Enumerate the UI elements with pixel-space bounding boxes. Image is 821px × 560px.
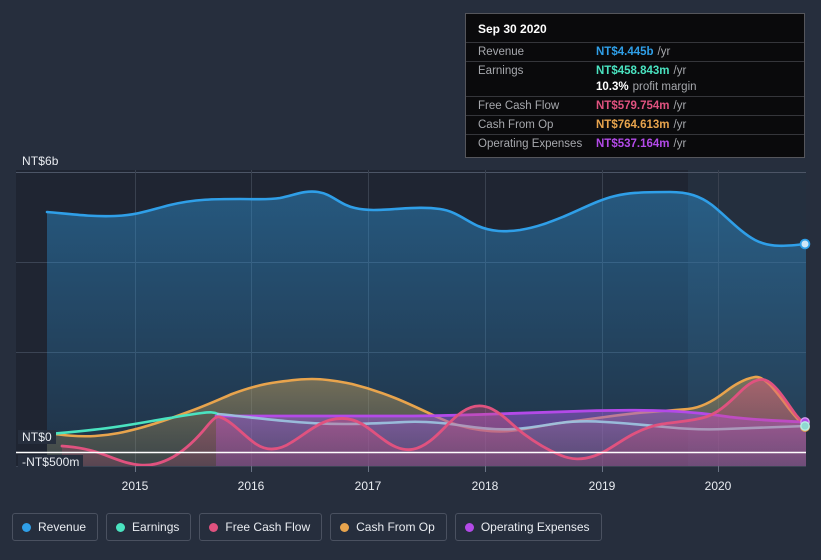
tooltip-date: Sep 30 2020 bbox=[478, 22, 547, 36]
tooltip-key-cash-from-op: Cash From Op bbox=[478, 119, 554, 131]
endpoint-marker-earnings bbox=[800, 421, 810, 431]
legend-dot-free-cash-flow bbox=[209, 522, 219, 532]
tooltip-suffix-operating-expenses: /yr bbox=[673, 138, 687, 150]
legend-dot-revenue bbox=[22, 522, 31, 532]
legend-dot-earnings bbox=[116, 522, 126, 532]
legend-label-revenue: Revenue bbox=[38, 520, 87, 534]
x-axis-label-2016: 2016 bbox=[237, 479, 265, 493]
x-axis-label-2018: 2018 bbox=[471, 479, 499, 493]
legend-item-revenue[interactable]: Revenue bbox=[12, 513, 99, 541]
legend-dot-cash-from-op bbox=[340, 522, 350, 532]
tooltip-value-profit-margin: 10.3% bbox=[596, 81, 629, 93]
endpoint-marker-revenue bbox=[799, 238, 811, 250]
tooltip-value-operating-expenses: NT$537.164m bbox=[596, 138, 670, 150]
chart-legend: Revenue Earnings Free Cash Flow Cash Fro… bbox=[12, 513, 602, 541]
legend-label-cash-from-op: Cash From Op bbox=[356, 520, 435, 534]
tooltip-value-cash-from-op: NT$764.613m bbox=[596, 119, 670, 131]
tooltip-row-operating-expenses: Operating Expenses NT$537.164m /yr bbox=[466, 134, 804, 153]
chart-tooltip: Sep 30 2020 Revenue NT$4.445b /yr Earnin… bbox=[465, 13, 805, 158]
legend-label-operating-expenses: Operating Expenses bbox=[480, 520, 590, 534]
legend-label-earnings: Earnings bbox=[132, 520, 180, 534]
legend-item-operating-expenses[interactable]: Operating Expenses bbox=[454, 513, 602, 541]
tooltip-value-revenue: NT$4.445b bbox=[596, 46, 654, 58]
legend-item-cash-from-op[interactable]: Cash From Op bbox=[330, 513, 447, 541]
legend-dot-operating-expenses bbox=[464, 522, 474, 532]
tooltip-value-earnings: NT$458.843m bbox=[596, 65, 670, 77]
tooltip-value-free-cash-flow: NT$579.754m bbox=[596, 100, 670, 112]
legend-label-free-cash-flow: Free Cash Flow bbox=[225, 520, 311, 534]
tooltip-suffix-free-cash-flow: /yr bbox=[673, 100, 687, 112]
tooltip-key-revenue: Revenue bbox=[478, 46, 525, 58]
legend-item-earnings[interactable]: Earnings bbox=[106, 513, 192, 541]
y-axis-label-zero: NT$0 bbox=[18, 430, 56, 444]
x-axis-label-2019: 2019 bbox=[588, 479, 616, 493]
financial-chart-page: NT$6b NT$0 -NT$500m 2015 2016 2017 2018 … bbox=[0, 0, 821, 560]
tooltip-suffix-profit-margin: profit margin bbox=[632, 81, 697, 93]
tooltip-key-operating-expenses: Operating Expenses bbox=[478, 138, 583, 150]
y-axis-label-negative: -NT$500m bbox=[18, 455, 84, 469]
tooltip-row-free-cash-flow: Free Cash Flow NT$579.754m /yr bbox=[466, 96, 804, 115]
tooltip-suffix-cash-from-op: /yr bbox=[673, 119, 687, 131]
x-axis-label-2015: 2015 bbox=[121, 479, 149, 493]
legend-item-free-cash-flow[interactable]: Free Cash Flow bbox=[199, 513, 323, 541]
y-axis-label-top: NT$6b bbox=[18, 154, 63, 168]
tooltip-suffix-revenue: /yr bbox=[657, 46, 671, 58]
tooltip-suffix-earnings: /yr bbox=[673, 65, 687, 77]
tooltip-row-earnings: Earnings NT$458.843m /yr bbox=[466, 61, 804, 80]
tooltip-key-earnings: Earnings bbox=[478, 65, 524, 77]
x-axis-label-2020: 2020 bbox=[704, 479, 732, 493]
x-axis-label-2017: 2017 bbox=[354, 479, 382, 493]
tooltip-row-profit-margin: 10.3% profit margin bbox=[466, 80, 804, 96]
tooltip-key-free-cash-flow: Free Cash Flow bbox=[478, 100, 560, 112]
tooltip-row-cash-from-op: Cash From Op NT$764.613m /yr bbox=[466, 115, 804, 134]
tooltip-row-revenue: Revenue NT$4.445b /yr bbox=[466, 42, 804, 61]
